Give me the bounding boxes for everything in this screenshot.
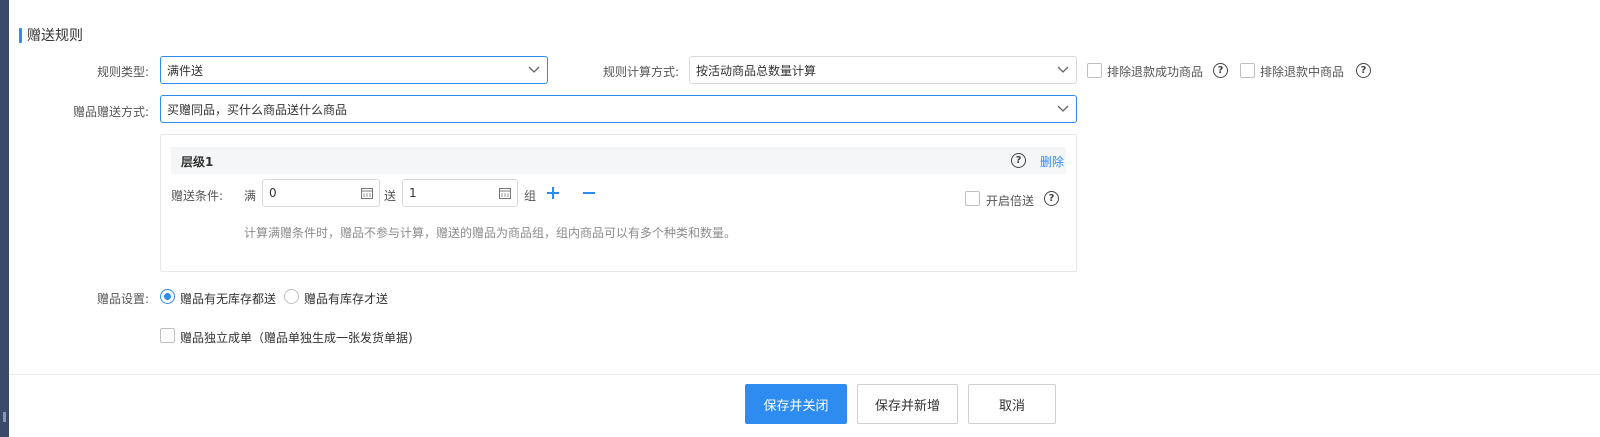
left-panel-edge xyxy=(0,0,9,437)
rule-type-label: 规则类型: xyxy=(96,65,149,79)
gift-condition-label: 赠送条件: xyxy=(171,189,224,203)
rule-type-value: 满件送 xyxy=(167,63,204,78)
delete-tier-link[interactable]: 删除 xyxy=(1040,153,1064,170)
question-circle-icon[interactable]: ? xyxy=(1044,191,1059,206)
standalone-order-label: 赠品独立成单（赠品单独生成一张发货单据) xyxy=(180,331,413,345)
tier-title: 层级1 xyxy=(181,155,214,169)
full-label: 满 xyxy=(244,189,257,203)
gift-always-label: 赠品有无库存都送 xyxy=(180,292,277,306)
section-header: 赠送规则 xyxy=(19,26,83,44)
section-title: 赠送规则 xyxy=(27,28,83,44)
gift-in-stock-radio[interactable] xyxy=(284,289,299,304)
gift-settings-label: 赠品设置: xyxy=(96,292,149,306)
double-gift-checkbox[interactable] xyxy=(965,191,980,206)
plus-icon[interactable] xyxy=(546,186,560,200)
exclude-refund-success-checkbox[interactable] xyxy=(1087,63,1102,78)
send-quantity-input[interactable]: 1 xyxy=(402,179,518,207)
group-label: 组 xyxy=(524,189,537,203)
send-quantity-value: 1 xyxy=(409,186,417,200)
tier-header: 层级1 ? 删除 xyxy=(171,147,1066,174)
calc-method-label: 规则计算方式: xyxy=(602,65,679,79)
gift-method-value: 买赠同品，买什么商品送什么商品 xyxy=(167,102,348,117)
calc-method-select[interactable]: 按活动商品总数量计算 xyxy=(689,56,1077,84)
chevron-down-icon xyxy=(527,63,541,77)
gift-in-stock-label: 赠品有库存才送 xyxy=(304,292,389,306)
left-panel-mark xyxy=(3,412,6,422)
gift-method-label: 赠品赠送方式: xyxy=(72,105,149,119)
section-accent-bar xyxy=(19,27,22,43)
chevron-down-icon xyxy=(1056,63,1070,77)
cancel-button[interactable]: 取消 xyxy=(968,384,1056,424)
footer-divider xyxy=(9,374,1600,375)
standalone-order-checkbox[interactable] xyxy=(160,328,175,343)
question-circle-icon[interactable]: ? xyxy=(1213,63,1228,78)
tier-hint-text: 计算满赠条件时，赠品不参与计算，赠送的赠品为商品组，组内商品可以有多个种类和数量… xyxy=(244,226,737,240)
tier-panel: 层级1 ? 删除 赠送条件: 满 0 送 1 组 开启倍送 ? 计算满赠条件时，… xyxy=(160,134,1077,272)
send-label: 送 xyxy=(384,189,397,203)
rule-type-select[interactable]: 满件送 xyxy=(160,56,548,84)
exclude-refunding-checkbox[interactable] xyxy=(1240,63,1255,78)
exclude-refund-success-label: 排除退款成功商品 xyxy=(1107,65,1204,79)
double-gift-label: 开启倍送 xyxy=(986,194,1035,208)
gift-method-select[interactable]: 买赠同品，买什么商品送什么商品 xyxy=(160,95,1077,123)
calc-method-value: 按活动商品总数量计算 xyxy=(696,63,817,78)
calendar-icon xyxy=(361,187,373,199)
question-circle-icon[interactable]: ? xyxy=(1011,153,1026,168)
exclude-refunding-label: 排除退款中商品 xyxy=(1260,65,1345,79)
full-quantity-value: 0 xyxy=(269,186,277,200)
chevron-down-icon xyxy=(1056,102,1070,116)
save-close-button[interactable]: 保存并关闭 xyxy=(745,384,847,424)
gift-rule-form: 赠送规则 规则类型: 满件送 规则计算方式: 按活动商品总数量计算 排除退款成功… xyxy=(9,0,1600,437)
calendar-icon xyxy=(499,187,511,199)
full-quantity-input[interactable]: 0 xyxy=(262,179,380,207)
minus-icon[interactable] xyxy=(582,186,596,200)
gift-always-radio[interactable] xyxy=(160,289,175,304)
save-new-button[interactable]: 保存并新增 xyxy=(857,384,958,424)
question-circle-icon[interactable]: ? xyxy=(1356,63,1371,78)
